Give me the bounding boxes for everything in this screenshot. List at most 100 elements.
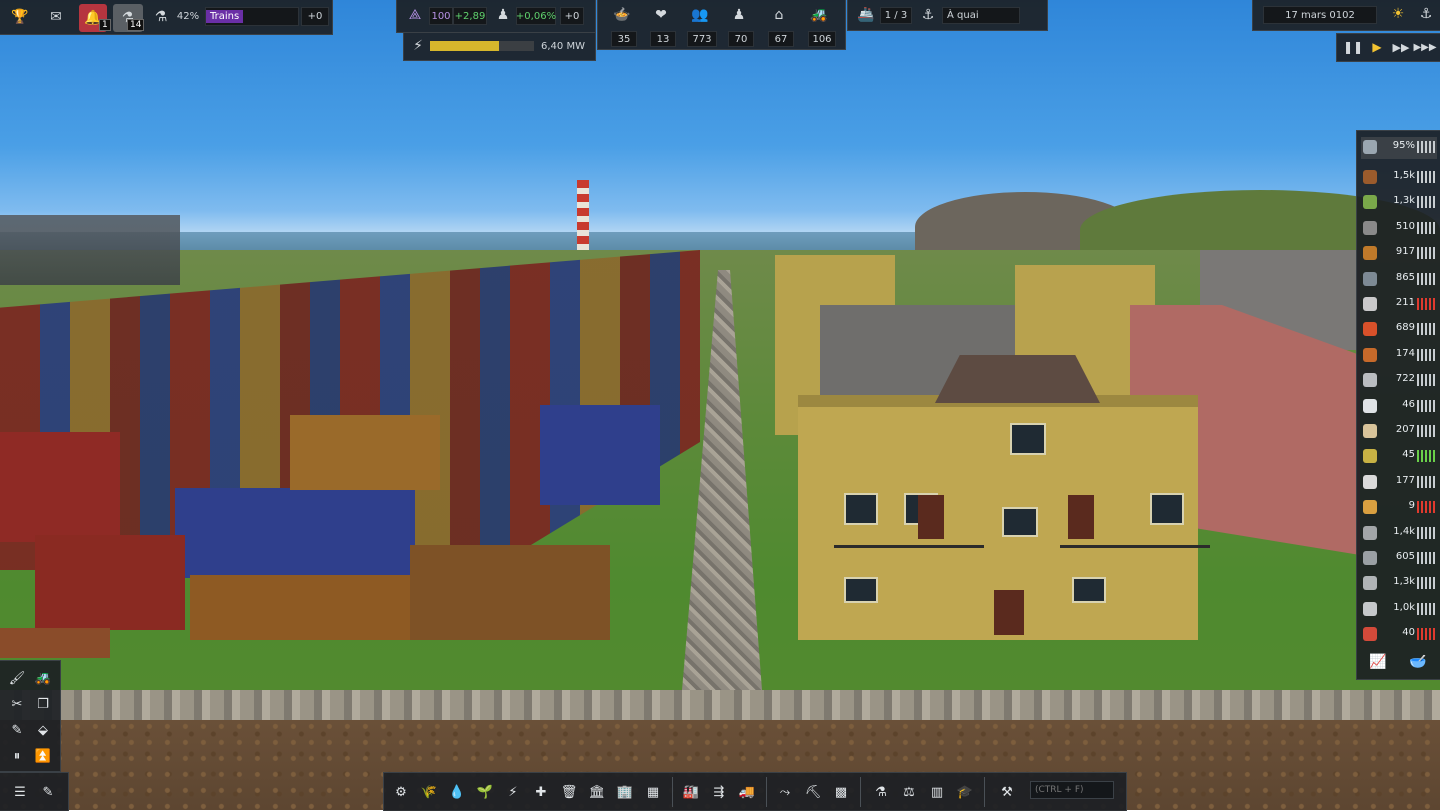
cancel-select-icon[interactable]: ✂ [6, 693, 28, 715]
trophy-icon[interactable]: 🏆 [9, 6, 31, 28]
build-general-icon[interactable]: ⚙ [390, 781, 412, 803]
resource-value: 211 [1395, 297, 1415, 308]
resource-stock-bar [1417, 196, 1435, 209]
build-transport-icon[interactable]: ⛏ [802, 781, 824, 803]
build-plants-icon[interactable]: 🌱 [474, 781, 496, 803]
power-bar-fill [430, 41, 499, 51]
build-vehicle-icon[interactable]: 🚚 [736, 781, 758, 803]
game-viewport[interactable] [0, 0, 1440, 810]
resource-row[interactable]: 917 [1361, 243, 1437, 263]
resource-row[interactable]: 9 [1361, 497, 1437, 517]
resource-row[interactable]: 207 [1361, 421, 1437, 441]
speed-controls: ❚❚ ▶ ▶▶ ▶▶▶ [1336, 33, 1440, 62]
resource-row[interactable]: 1,5k [1361, 167, 1437, 187]
paint-bucket-icon[interactable]: ⬙ [32, 719, 54, 741]
pause-building-icon[interactable]: ⏸ [6, 745, 28, 767]
resource-row[interactable]: 46 [1361, 396, 1437, 416]
need-value-housing: 67 [768, 31, 794, 47]
research-delta: +0 [301, 7, 329, 26]
workers-icon[interactable]: ♟ [728, 5, 750, 25]
stats-chart-icon[interactable]: 📈 [1367, 652, 1389, 672]
bottom-left-panel: ☰ ✎ [0, 772, 69, 811]
mail-icon[interactable]: ✉ [45, 6, 67, 28]
eyedropper-icon[interactable]: ✎ [6, 719, 28, 741]
housing-icon[interactable]: ⌂ [768, 5, 790, 25]
resource-row[interactable]: 174 [1361, 345, 1437, 365]
resource-row[interactable]: 95% [1361, 137, 1437, 159]
resource-stock-bar [1417, 374, 1435, 387]
bread-icon [1363, 424, 1377, 438]
build-rail-icon[interactable]: ⤳ [774, 781, 796, 803]
food-need-icon[interactable]: 🍲 [611, 5, 633, 25]
health-icon[interactable]: ❤ [650, 5, 672, 25]
resource-row[interactable]: 510 [1361, 218, 1437, 238]
build-terrain-icon[interactable]: ▩ [830, 781, 852, 803]
fast-forward-button[interactable]: ▶▶ [1391, 38, 1411, 56]
container-blue-front [175, 488, 415, 578]
population-delta: +0 [560, 7, 584, 25]
pin-resource-icon[interactable]: 🥣 [1407, 652, 1429, 672]
resource-row[interactable]: 605 [1361, 548, 1437, 568]
fastest-button[interactable]: ▶▶▶ [1413, 38, 1436, 56]
bulldozer-icon[interactable]: 🚜 [32, 667, 54, 689]
beer-icon [1363, 500, 1377, 515]
build-factory-icon[interactable]: 🏭 [680, 781, 702, 803]
resource-row[interactable]: 1,4k [1361, 523, 1437, 543]
captain-icon[interactable]: ⚓ [918, 5, 938, 25]
research-name-field[interactable]: Trains [205, 7, 299, 26]
resource-value: 1,4k [1393, 525, 1415, 537]
container-orange-front [190, 575, 415, 640]
resource-value: 1,3k [1393, 576, 1415, 588]
sand-icon [1363, 576, 1377, 591]
build-conveyor-icon[interactable]: ⇶ [708, 781, 730, 803]
build-farming-icon[interactable]: 🌾 [418, 781, 440, 803]
lightning-icon: ⚡ [413, 38, 423, 54]
container-orange-mid [290, 415, 440, 490]
resource-row[interactable]: 1,0k [1361, 599, 1437, 619]
play-button[interactable]: ▶ [1367, 38, 1387, 56]
search-input[interactable] [1030, 781, 1114, 799]
unity-delta: +2,89 [453, 7, 487, 25]
pause-button[interactable]: ❚❚ [1343, 38, 1363, 56]
resource-row[interactable]: 177 [1361, 472, 1437, 492]
resource-row[interactable]: 722 [1361, 370, 1437, 390]
edit-icon[interactable]: ✎ [37, 781, 59, 803]
resource-value: 1,5k [1393, 170, 1415, 181]
layers-icon[interactable]: ☰ [9, 781, 31, 803]
steel-icon [1363, 551, 1377, 565]
resource-row[interactable]: 689 [1361, 319, 1437, 339]
build-storage-icon[interactable]: ▦ [642, 781, 664, 803]
resource-row[interactable]: 211 [1361, 294, 1437, 314]
flask-icon: ⚗ [154, 9, 168, 25]
ship-icon[interactable]: 🚢 [856, 5, 876, 25]
resource-stock-bar [1417, 501, 1435, 514]
resource-value: 865 [1395, 271, 1415, 283]
resource-stock-bar [1417, 526, 1435, 539]
vehicles-icon[interactable]: 🚜 [808, 5, 830, 25]
date-panel: 17 mars 0102 ☀ ⚓ [1252, 0, 1440, 31]
community-icon[interactable]: 👥 [689, 5, 711, 25]
resource-panel: 95% 1,5k 1,3k 510 917 865 211 689 174 722 46 207 45 1… [1356, 130, 1440, 680]
build-housing-icon[interactable]: 🏢 [614, 781, 636, 803]
policies-icon[interactable]: ⚖ [898, 781, 920, 803]
build-power-icon[interactable]: ⚡ [502, 781, 524, 803]
brush-icon[interactable]: 🖌 [6, 667, 28, 689]
resource-row[interactable]: 865 [1361, 269, 1437, 289]
tools-icon [1363, 297, 1377, 311]
resource-row[interactable]: 45 [1361, 446, 1437, 466]
build-government-icon[interactable]: 🏛 [586, 781, 608, 803]
build-waste-icon[interactable]: 🗑 [558, 781, 580, 803]
upgrade-icon[interactable]: ⏫ [32, 745, 54, 767]
tools-icon[interactable]: ⚒ [996, 781, 1018, 803]
resource-value: 46 [1402, 398, 1415, 410]
statistics-icon[interactable]: ▥ [926, 781, 948, 803]
captain-hat-icon[interactable]: ⚓ [1416, 4, 1436, 24]
build-medical-icon[interactable]: ✚ [530, 781, 552, 803]
resource-row[interactable]: 40 [1361, 624, 1437, 644]
copy-icon[interactable]: ❐ [32, 693, 54, 715]
education-icon[interactable]: 🎓 [954, 781, 976, 803]
resource-row[interactable]: 1,3k [1361, 573, 1437, 593]
research-icon[interactable]: ⚗ [870, 781, 892, 803]
build-water-icon[interactable]: 💧 [446, 781, 468, 803]
resource-row[interactable]: 1,3k [1361, 192, 1437, 212]
